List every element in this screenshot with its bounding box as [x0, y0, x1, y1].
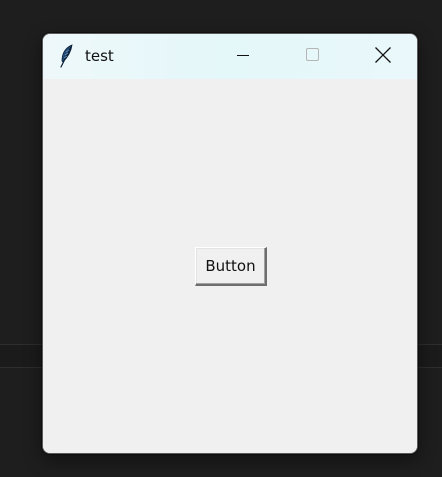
title-bar[interactable]: test [43, 34, 417, 79]
window-content: Button [43, 79, 417, 453]
close-button[interactable] [353, 34, 413, 79]
feather-icon [57, 44, 77, 68]
minimize-icon [235, 47, 251, 67]
app-window: test Button [42, 33, 418, 454]
main-button[interactable]: Button [195, 247, 267, 286]
maximize-icon [305, 47, 321, 67]
minimize-button[interactable] [213, 34, 273, 79]
window-title: test [85, 47, 114, 65]
close-icon [374, 46, 392, 68]
maximize-button[interactable] [283, 34, 343, 79]
